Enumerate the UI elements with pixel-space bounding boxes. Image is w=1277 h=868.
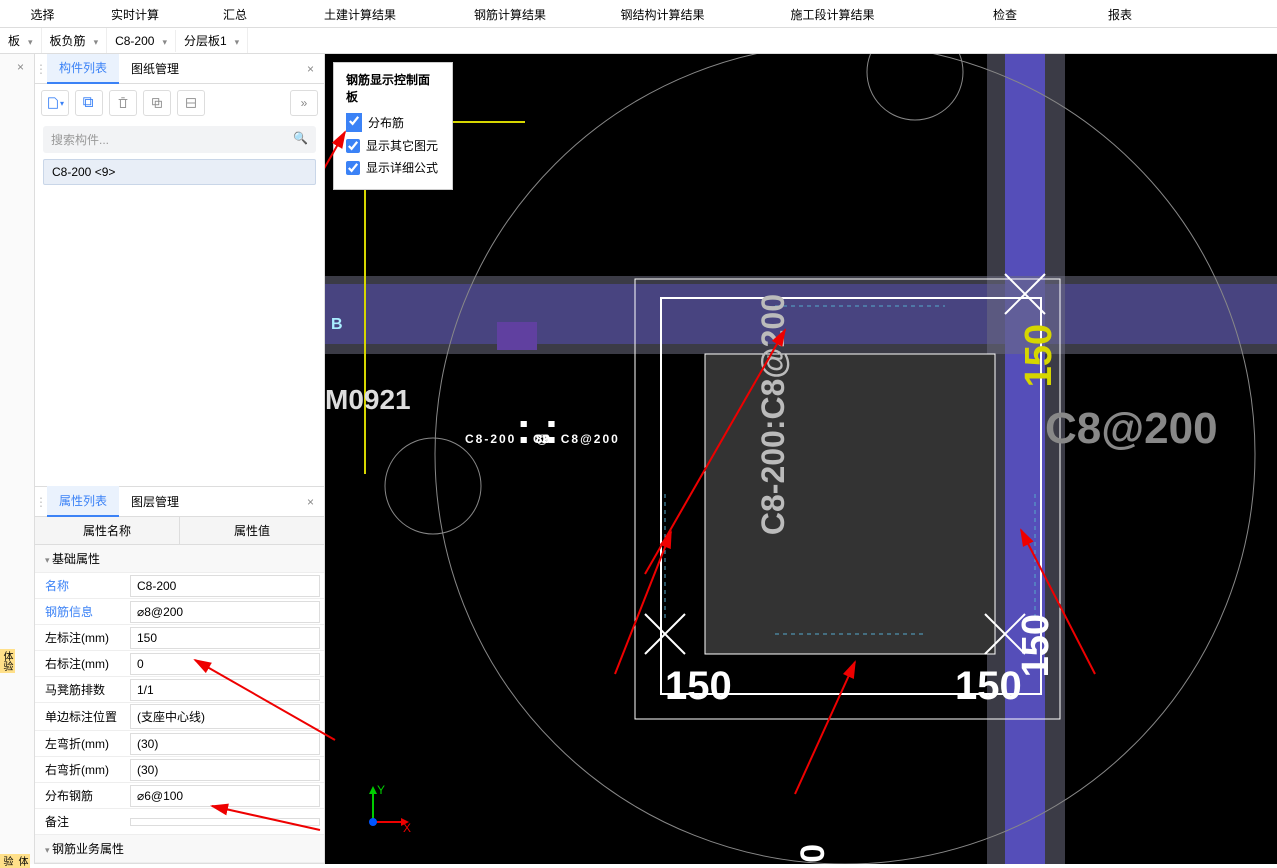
prop-value[interactable]: 150 <box>130 627 320 649</box>
duplicate-icon[interactable] <box>143 90 171 116</box>
prop-name: 备注 <box>35 809 130 834</box>
side-panel: ⋮⋮ 构件列表 图纸管理 × ▾ » 搜索构件... 🔍 C8-200 <9> <box>35 54 325 864</box>
prop-value[interactable]: ⌀6@100 <box>130 785 320 807</box>
close-icon[interactable]: × <box>297 62 324 76</box>
toolbar: 板 板负筋 C8-200 分层板1 <box>0 28 1277 54</box>
svg-text:Y: Y <box>377 784 385 797</box>
prop-name: 名称 <box>35 573 130 598</box>
list-item[interactable]: C8-200 <9> <box>43 159 316 185</box>
delete-icon[interactable] <box>109 90 137 116</box>
tab-drawing-mgmt[interactable]: 图纸管理 <box>119 54 191 83</box>
prop-name: 右标注(mm) <box>35 651 130 676</box>
more-icon[interactable]: » <box>290 90 318 116</box>
tab-properties[interactable]: 属性列表 <box>47 486 119 517</box>
drag-handle-icon[interactable]: ⋮⋮ <box>35 495 47 509</box>
menu-5[interactable]: 钢结构计算结果 <box>585 0 740 27</box>
menu-1[interactable]: 实时计算 <box>85 0 185 27</box>
properties-panel: ⋮⋮ 属性列表 图层管理 × 属性名称 属性值 基础属性 名称C8-200钢筋信… <box>35 487 324 864</box>
canvas[interactable]: 钢筋显示控制面板 分布筋 显示其它图元 显示详细公式 <box>325 54 1277 864</box>
selector-layer[interactable]: 分层板1 <box>176 28 248 53</box>
axis-indicator: Y X <box>361 784 411 834</box>
checkbox-show-formula[interactable]: 显示详细公式 <box>346 159 440 176</box>
menu-6[interactable]: 施工段计算结果 <box>740 0 925 27</box>
upper-tabs: ⋮⋮ 构件列表 图纸管理 × <box>35 54 324 84</box>
drag-handle-icon[interactable]: ⋮⋮ <box>35 62 47 76</box>
prop-value[interactable]: C8-200 <box>130 575 320 597</box>
copy-icon[interactable] <box>75 90 103 116</box>
rebar-display-panel: 钢筋显示控制面板 分布筋 显示其它图元 显示详细公式 <box>333 62 453 190</box>
prop-header: 属性名称 属性值 <box>35 517 324 545</box>
menu-2[interactable]: 汇总 <box>185 0 285 27</box>
selector-board-type[interactable]: 板 <box>0 28 42 53</box>
menu-0[interactable]: 选择 <box>0 0 85 27</box>
prop-header-value: 属性值 <box>180 517 324 544</box>
prop-value[interactable]: (30) <box>130 759 320 781</box>
panel-title: 钢筋显示控制面板 <box>346 71 440 105</box>
close-icon[interactable]: × <box>297 495 324 509</box>
prop-row: 左标注(mm)150 <box>35 625 324 651</box>
prop-row: 马凳筋排数1/1 <box>35 677 324 703</box>
left-stub: × 体验 体验 <box>0 54 35 864</box>
search-input[interactable]: 搜索构件... 🔍 <box>43 126 316 153</box>
prop-row: 钢筋信息⌀8@200 <box>35 599 324 625</box>
prop-name: 马凳筋排数 <box>35 677 130 702</box>
prop-value[interactable]: ⌀8@200 <box>130 601 320 623</box>
prop-header-name: 属性名称 <box>35 517 180 544</box>
prop-row: 左弯折(mm)(30) <box>35 731 324 757</box>
menu-4[interactable]: 钢筋计算结果 <box>435 0 585 27</box>
prop-value[interactable]: (支座中心线) <box>130 704 320 729</box>
canvas-drawing <box>325 54 1277 864</box>
checkbox-show-others[interactable]: 显示其它图元 <box>346 137 440 154</box>
menu-bar: 选择实时计算汇总土建计算结果钢筋计算结果钢结构计算结果施工段计算结果检查报表 <box>0 0 1277 28</box>
tab-component-list[interactable]: 构件列表 <box>47 54 119 84</box>
prop-value[interactable]: 0 <box>130 653 320 675</box>
prop-row: 备注 <box>35 809 324 835</box>
section-biz[interactable]: 钢筋业务属性 <box>35 835 324 863</box>
section-basic[interactable]: 基础属性 <box>35 545 324 573</box>
prop-name: 钢筋信息 <box>35 599 130 624</box>
component-toolbar: ▾ » <box>35 84 324 122</box>
prop-value[interactable]: 1/1 <box>130 679 320 701</box>
svg-text:X: X <box>403 821 411 834</box>
checkbox-dist-rebar[interactable]: 分布筋 <box>346 113 440 132</box>
prop-row: 单边标注位置(支座中心线) <box>35 703 324 731</box>
prop-row: 右弯折(mm)(30) <box>35 757 324 783</box>
new-icon[interactable]: ▾ <box>41 90 69 116</box>
prop-name: 左标注(mm) <box>35 625 130 650</box>
tab-layer-mgmt[interactable]: 图层管理 <box>119 487 191 516</box>
prop-row: 名称C8-200 <box>35 573 324 599</box>
prop-name: 右弯折(mm) <box>35 757 130 782</box>
tag-left-1: 体验 <box>0 649 15 673</box>
selector-rebar-type[interactable]: 板负筋 <box>42 28 108 53</box>
prop-name: 分布钢筋 <box>35 783 130 808</box>
tag-left-2: 体验 <box>0 854 30 868</box>
prop-name: 左弯折(mm) <box>35 731 130 756</box>
prop-value[interactable] <box>130 818 320 826</box>
menu-7[interactable]: 检查 <box>925 0 1085 27</box>
menu-8[interactable]: 报表 <box>1085 0 1155 27</box>
menu-3[interactable]: 土建计算结果 <box>285 0 435 27</box>
selector-component[interactable]: C8-200 <box>107 30 176 52</box>
main-area: × 体验 体验 ⋮⋮ 构件列表 图纸管理 × ▾ » 搜索构件... <box>0 54 1277 864</box>
prop-row: 右标注(mm)0 <box>35 651 324 677</box>
prop-name: 单边标注位置 <box>35 704 130 729</box>
search-icon: 🔍 <box>293 131 308 148</box>
prop-value[interactable]: (30) <box>130 733 320 755</box>
component-panel: ⋮⋮ 构件列表 图纸管理 × ▾ » 搜索构件... 🔍 C8-200 <9> <box>35 54 324 487</box>
lower-tabs: ⋮⋮ 属性列表 图层管理 × <box>35 487 324 517</box>
prop-row: 分布钢筋⌀6@100 <box>35 783 324 809</box>
layer-icon[interactable] <box>177 90 205 116</box>
close-icon[interactable]: × <box>17 60 24 74</box>
